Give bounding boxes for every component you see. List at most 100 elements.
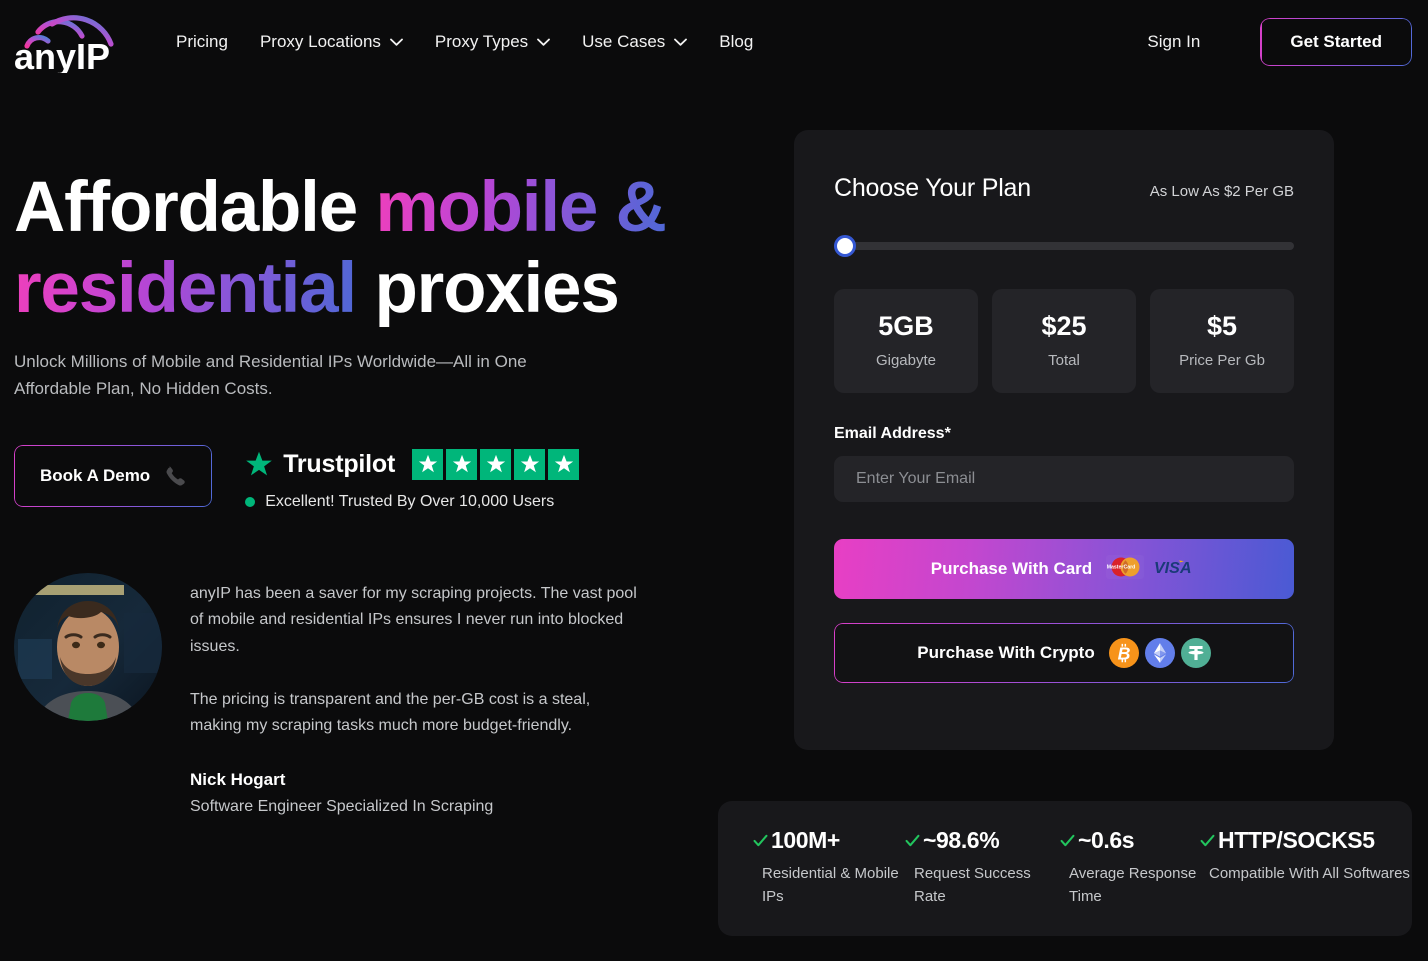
tether-icon [1180,638,1211,668]
anyip-logo[interactable]: anyIP [14,11,122,73]
trustpilot-rating-text: Excellent! Trusted By Over 10,000 Users [265,492,555,510]
avatar [14,572,162,721]
hero-title-line2-gradient: residential [14,248,357,328]
email-field[interactable] [834,456,1294,502]
trustpilot-header: Trustpilot [245,448,580,480]
nav-label: Proxy Types [434,32,529,51]
stat-top: 100M+ [752,827,904,854]
book-a-demo-button[interactable]: Book A Demo [14,444,213,507]
mastercard-icon: MasterCard [1106,555,1144,584]
plan-price-note: As Low As $2 Per GB [1149,183,1294,200]
phone-icon [164,465,186,487]
stat-item: ~98.6% Request Success Rate [904,827,1059,936]
testimonial: anyIP has been a saver for my scraping p… [14,572,714,816]
check-icon [904,832,921,849]
hero-section: Affordable mobile & residential proxies … [14,168,714,816]
check-icon [1199,832,1216,849]
star-icon [245,450,273,478]
page-title: Affordable mobile & residential proxies [14,168,714,330]
choose-plan-panel: Choose Your Plan As Low As $2 Per GB 5GB… [794,130,1334,750]
purchase-with-crypto-button[interactable]: Purchase With Crypto B [834,623,1294,683]
price-card-label: Gigabyte [875,352,937,369]
nav-item-blog[interactable]: Blog [703,24,769,60]
price-card-value: $5 [1206,311,1238,341]
svg-text:VIS: VIS [1154,560,1180,576]
trustpilot-rating-row: Excellent! Trusted By Over 10,000 Users [245,493,579,511]
sign-in-link[interactable]: Sign In [1127,22,1220,62]
nav-item-proxy-locations[interactable]: Proxy Locations [244,24,419,60]
stat-description: Residential & Mobile IPs [762,865,899,906]
header-actions: Sign In Get Started [1127,18,1412,66]
nav-item-proxy-types[interactable]: Proxy Types [419,24,566,60]
price-card-value: $25 [1041,311,1087,341]
hero-subtitle: Unlock Millions of Mobile and Residentia… [14,351,527,399]
star-icon [412,448,444,480]
stat-value: ~98.6% [923,827,1000,853]
chevron-down-icon [390,38,403,46]
ethereum-icon [1144,638,1175,668]
plan-size-slider[interactable] [834,235,1294,257]
site-header: anyIP Pricing Proxy Locations Proxy Type… [0,0,1428,84]
testimonial-paragraph: The pricing is transparent and the per-G… [190,690,591,735]
chevron-down-icon [537,38,551,46]
star-icon [514,448,546,480]
crypto-brand-icons: B [1108,638,1211,668]
stat-value: HTTP/SOCKS5 [1218,827,1375,853]
hero-cta-row: Book A Demo Trustpilot Excellent! Truste… [14,444,714,511]
stat-top: ~0.6s [1059,827,1199,854]
stat-item: HTTP/SOCKS5 Compatible With All Software… [1199,827,1410,936]
email-field-label: Email Address* [834,425,951,442]
stat-description: Average Response Time [1069,865,1197,906]
hero-title-line1-plain: Affordable [14,168,376,247]
purchase-crypto-label: Purchase With Crypto [917,643,1095,662]
svg-text:MasterCard: MasterCard [1107,564,1136,570]
purchase-card-label: Purchase With Card [930,559,1093,578]
testimonial-author-role: Software Engineer Specialized In Scrapin… [190,797,494,815]
hero-title-line2-plain: proxies [355,248,619,328]
get-started-button[interactable]: Get Started [1260,18,1412,66]
status-dot-icon [245,496,256,507]
star-icon [446,448,478,480]
plan-header: Choose Your Plan As Low As $2 Per GB [834,174,1294,203]
trustpilot-stars [412,448,580,480]
star-icon [480,448,512,480]
price-card-value: 5GB [878,311,934,341]
svg-text:anyIP: anyIP [14,36,110,73]
stat-value: ~0.6s [1078,827,1135,853]
svg-text:A: A [1179,560,1192,576]
nav-label: Pricing [176,32,228,51]
price-card-gigabyte: 5GB Gigabyte [834,289,978,393]
testimonial-author-name: Nick Hogart [190,769,286,789]
price-summary-cards: 5GB Gigabyte $25 Total $5 Price Per Gb [834,289,1294,393]
slider-thumb[interactable] [834,235,856,257]
star-icon [548,448,580,480]
stat-description: Request Success Rate [914,865,1031,906]
plan-title: Choose Your Plan [834,174,1031,202]
nav-item-pricing[interactable]: Pricing [162,24,244,60]
slider-track[interactable] [844,242,1294,250]
nav-item-use-cases[interactable]: Use Cases [566,24,703,60]
card-brand-icons: MasterCard VIS A [1106,555,1197,584]
trustpilot-name: Trustpilot [283,449,396,478]
testimonial-body: anyIP has been a saver for my scraping p… [190,573,638,816]
stats-bar: 100M+ Residential & Mobile IPs ~98.6% Re… [718,801,1412,936]
visa-icon: VIS A [1153,558,1197,581]
stat-item: 100M+ Residential & Mobile IPs [752,827,904,936]
price-card-total: $25 Total [992,289,1136,393]
check-icon [1059,832,1076,849]
check-icon [752,832,769,849]
trustpilot-widget[interactable]: Trustpilot Excellent! Trusted By Over 10… [245,445,580,511]
chevron-down-icon [674,38,688,46]
testimonial-paragraph: anyIP has been a saver for my scraping p… [190,584,637,656]
book-demo-label: Book A Demo [40,465,151,485]
nav-label: Blog [719,32,754,51]
purchase-with-card-button[interactable]: Purchase With Card MasterCard VIS A [834,539,1294,599]
stat-value: 100M+ [771,827,840,853]
svg-text:B: B [1117,644,1130,664]
stat-top: ~98.6% [904,827,1059,854]
bitcoin-icon: B [1108,638,1139,668]
price-card-price-per-gb: $5 Price Per Gb [1150,289,1294,393]
hero-title-line1-gradient: mobile & [375,168,667,247]
stat-description: Compatible With All Softwares [1209,865,1410,882]
price-card-label: Price Per Gb [1179,352,1265,369]
